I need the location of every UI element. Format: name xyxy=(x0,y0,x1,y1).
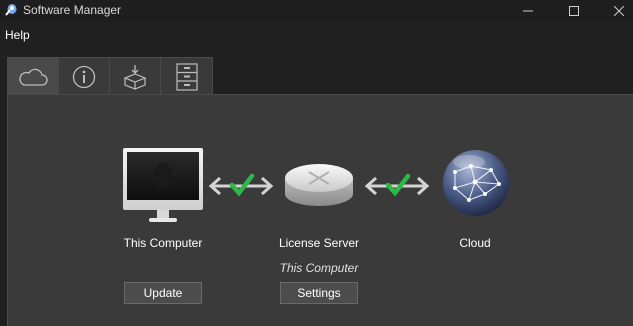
menu-bar: Help xyxy=(0,24,633,44)
tab-files[interactable] xyxy=(161,58,212,95)
close-icon xyxy=(614,6,624,16)
app-logo-icon xyxy=(5,4,17,16)
computer-label: This Computer xyxy=(123,236,203,250)
maximize-button[interactable] xyxy=(551,0,597,22)
file-cabinet-icon xyxy=(175,62,198,91)
server-label: License Server xyxy=(278,236,360,250)
tab-strip xyxy=(7,57,213,95)
imac-icon xyxy=(123,148,203,222)
maximize-icon xyxy=(569,6,579,16)
install-box-icon xyxy=(123,64,147,90)
connection-link-icon xyxy=(364,173,430,197)
minimize-button[interactable] xyxy=(505,0,551,22)
tab-info[interactable] xyxy=(59,58,110,95)
tab-cloud[interactable] xyxy=(8,58,59,95)
tab-install[interactable] xyxy=(110,58,161,95)
router-icon xyxy=(285,164,353,206)
title-bar: Software Manager xyxy=(0,0,633,22)
close-button[interactable] xyxy=(596,0,633,22)
settings-button[interactable]: Settings xyxy=(280,282,358,304)
minimize-icon xyxy=(523,10,533,12)
server-sublabel: This Computer xyxy=(279,261,359,275)
cloud-icon xyxy=(19,68,48,86)
connection-link-icon xyxy=(208,173,274,197)
info-icon xyxy=(72,65,96,88)
network-globe-icon xyxy=(443,150,509,216)
update-button[interactable]: Update xyxy=(124,282,202,304)
window-title: Software Manager xyxy=(23,3,122,17)
cloud-label: Cloud xyxy=(459,236,491,250)
menu-help[interactable]: Help xyxy=(5,28,30,42)
